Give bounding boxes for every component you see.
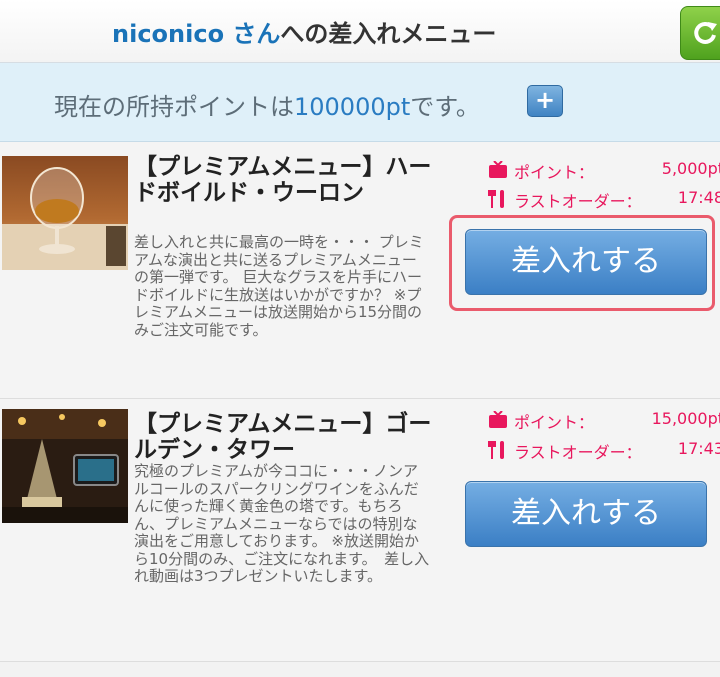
header: niconico さんへの差入れメニュー <box>0 0 720 63</box>
lastorder-row: ラストオーダー： 17:43 <box>488 439 720 463</box>
fork-knife-icon <box>488 190 504 208</box>
points-bar: 現在の所持ポイントは100000ptです。 + <box>0 63 720 142</box>
point-label: ポイント： <box>514 163 595 182</box>
point-row: ポイント： 15,000pt <box>488 409 720 433</box>
refresh-button[interactable] <box>680 6 720 60</box>
points-amount: 100000pt <box>294 93 411 121</box>
point-value: 15,000pt <box>651 409 720 428</box>
lastorder-label: ラストオーダー： <box>514 192 642 211</box>
point-row: ポイント： 5,000pt <box>488 159 720 183</box>
page-title: niconico さんへの差入れメニュー <box>112 14 496 49</box>
title-suffix: への差入れメニュー <box>280 20 497 48</box>
points-suffix: です。 <box>410 93 480 121</box>
add-points-button[interactable]: + <box>527 85 563 117</box>
item-title: 【プレミアムメニュー】ゴールデン・タワー <box>134 411 432 463</box>
send-gift-button[interactable]: 差入れする <box>465 229 707 295</box>
item-image-tower <box>2 409 128 523</box>
lastorder-row: ラストオーダー： 17:48 <box>488 188 720 212</box>
tv-icon <box>489 411 507 428</box>
user-name: niconico さん <box>112 20 281 48</box>
item-image-whisky <box>2 156 128 270</box>
send-gift-button[interactable]: 差入れする <box>465 481 707 547</box>
refresh-icon <box>694 21 717 44</box>
item-title: 【プレミアムメニュー】ハードボイルド・ウーロン <box>134 154 432 206</box>
points-text: 現在の所持ポイントは100000ptです。 <box>54 87 480 122</box>
fork-knife-icon <box>488 441 504 459</box>
lastorder-value: 17:48 <box>677 188 720 207</box>
item-description: 差し入れと共に最高の一時を・・・ プレミアムな演出と共に送るプレミアムメニューの… <box>134 233 424 339</box>
point-label: ポイント： <box>514 413 595 432</box>
point-value: 5,000pt <box>661 159 720 178</box>
lastorder-value: 17:43 <box>677 439 720 458</box>
item-description: 究極のプレミアムが今ココに・・・ノンアルコールのスパークリングワインをふんだんに… <box>134 462 430 585</box>
points-prefix: 現在の所持ポイントは <box>54 93 294 121</box>
tv-icon <box>489 161 507 178</box>
lastorder-label: ラストオーダー： <box>514 443 642 462</box>
